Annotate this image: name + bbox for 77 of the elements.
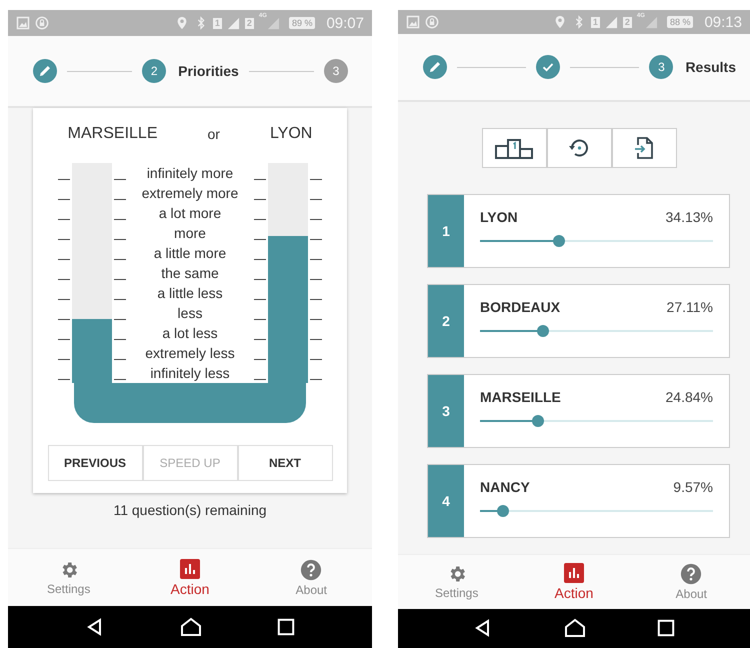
nav-tab[interactable]: Settings xyxy=(8,549,130,606)
result-share: 27.11% xyxy=(666,299,713,316)
scale-label: extremely more xyxy=(142,184,238,203)
scale-label: extremely less xyxy=(145,344,235,363)
nav-tab[interactable]: Action xyxy=(515,555,633,609)
export-icon xyxy=(632,136,656,160)
signal-icon xyxy=(226,16,240,30)
scale-label: a lot more xyxy=(158,204,222,223)
lock-icon xyxy=(425,15,439,30)
scale-label: more xyxy=(174,224,206,243)
sim-label: 1 xyxy=(212,18,222,28)
podium-icon xyxy=(494,136,534,160)
podium-button[interactable] xyxy=(482,128,546,168)
result-name: NANCY xyxy=(480,479,530,496)
option-name: LYON xyxy=(270,125,312,143)
signal-icon xyxy=(266,16,280,30)
rank-number: 2 xyxy=(428,285,464,358)
recents-icon[interactable] xyxy=(656,619,675,638)
lock-icon xyxy=(35,16,49,30)
step-number: 2 xyxy=(142,59,166,83)
nav-tab[interactable]: Action xyxy=(129,549,251,606)
scale-label: a little less xyxy=(157,284,223,303)
option-name: MARSEILLE xyxy=(68,125,158,143)
nav-tab[interactable]: Settings xyxy=(398,555,516,609)
scale-label: a little more xyxy=(154,244,226,263)
clock-time: 09:07 xyxy=(326,14,364,32)
preference-gauge[interactable] xyxy=(268,163,308,383)
result-name: MARSEILLE xyxy=(480,389,561,406)
rank-number: 4 xyxy=(428,465,464,538)
bar-chart-icon xyxy=(564,562,584,583)
clock-time: 09:13 xyxy=(704,14,742,31)
battery-indicator: 88 % xyxy=(666,16,694,28)
location-icon xyxy=(174,16,189,30)
result-share: 24.84% xyxy=(666,389,713,406)
action-button[interactable]: NEXT xyxy=(238,445,332,481)
result-share: 34.13% xyxy=(666,209,713,226)
step-label: Priorities xyxy=(178,63,239,79)
connector-word: or xyxy=(207,126,220,142)
recents-icon[interactable] xyxy=(276,618,295,636)
result-share: 9.57% xyxy=(673,479,713,496)
slider-thumb[interactable] xyxy=(536,325,549,338)
image-icon xyxy=(406,15,420,30)
scale-label: the same xyxy=(161,264,219,283)
battery-indicator: 89 % xyxy=(288,17,316,29)
nav-tab[interactable]: About xyxy=(250,549,372,606)
slider-thumb[interactable] xyxy=(532,415,544,428)
home-icon[interactable] xyxy=(564,618,586,638)
help-icon xyxy=(680,562,702,585)
rank-number: 1 xyxy=(428,195,464,268)
nav-tab[interactable]: About xyxy=(632,555,750,609)
sim-label: 1 xyxy=(590,16,600,28)
export-button[interactable] xyxy=(612,128,676,168)
scale-label: infinitely more xyxy=(146,164,234,183)
result-name: LYON xyxy=(480,209,518,226)
scale-label: less xyxy=(178,304,202,323)
sim-label: 2 xyxy=(244,18,254,28)
rank-number: 3 xyxy=(428,375,464,448)
slider-thumb[interactable] xyxy=(497,505,510,518)
result-name: BORDEAUX xyxy=(480,299,560,316)
image-icon xyxy=(16,16,30,30)
scale-label: a lot less xyxy=(162,324,218,343)
step-label: Results xyxy=(685,59,736,76)
remaining-count: 11 question(s) remaining xyxy=(112,502,268,518)
home-icon[interactable] xyxy=(180,617,202,637)
scale-label: infinitely less xyxy=(150,364,230,383)
help-icon xyxy=(300,558,322,580)
signal-icon xyxy=(604,16,618,29)
slider-thumb[interactable] xyxy=(553,235,566,248)
step-number: 3 xyxy=(649,55,674,80)
sim-label: 2 xyxy=(622,16,632,28)
restore-button[interactable] xyxy=(546,128,612,168)
signal-icon xyxy=(644,16,658,29)
preference-gauge[interactable] xyxy=(72,163,112,383)
location-icon xyxy=(552,15,567,30)
action-button[interactable]: PREVIOUS xyxy=(48,445,142,481)
bar-chart-icon xyxy=(180,558,200,578)
step-number: 3 xyxy=(324,59,348,83)
